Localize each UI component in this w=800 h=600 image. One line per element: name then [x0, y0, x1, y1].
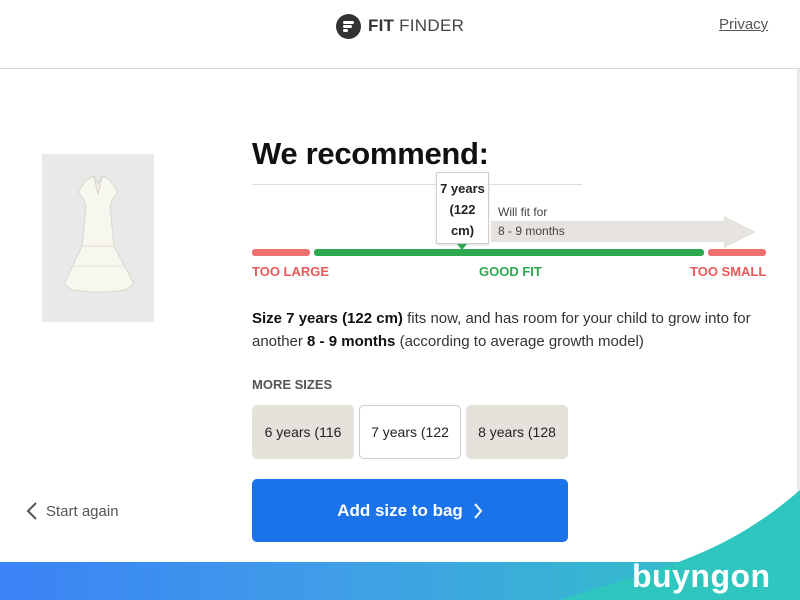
good-fit-label: GOOD FIT: [479, 264, 542, 279]
too-large-label: TOO LARGE: [252, 264, 330, 279]
description-text-2: (according to average growth model): [395, 333, 644, 350]
buyngon-logo: buyngon: [632, 558, 771, 594]
logo-text-bold: FIT: [368, 16, 395, 35]
add-to-bag-label: Add size to bag: [337, 500, 463, 520]
more-sizes-heading: MORE SIZES: [252, 377, 333, 392]
recommendation-title: We recommend:: [252, 136, 489, 171]
product-image: [42, 154, 154, 322]
fit-marker-icon: [457, 244, 467, 250]
too-small-label: TOO SMALL: [690, 264, 767, 279]
size-option-7-years[interactable]: 7 years (122: [359, 405, 461, 459]
chevron-right-icon: [474, 502, 483, 519]
logo-text-light: FINDER: [399, 16, 465, 35]
description-size: Size 7 years (122 cm): [252, 310, 403, 327]
privacy-link[interactable]: Privacy: [719, 16, 768, 33]
fit-description: Size 7 years (122 cm) fits now, and has …: [252, 307, 772, 353]
size-options: 6 years (116 7 years (122 8 years (128: [252, 405, 568, 459]
add-to-bag-button[interactable]: Add size to bag: [252, 479, 568, 542]
size-option-6-years[interactable]: 6 years (116: [252, 405, 354, 459]
fit-finder-logo: FIT FINDER: [336, 13, 464, 39]
recommended-size-callout: 7 years (122 cm): [436, 172, 489, 244]
start-again-label: Start again: [46, 502, 119, 520]
chevron-left-icon: [26, 502, 37, 520]
header: FIT FINDER Privacy: [0, 0, 800, 69]
size-option-8-years[interactable]: 8 years (128: [466, 405, 568, 459]
description-months: 8 - 9 months: [307, 333, 396, 350]
good-fit-bar: [314, 249, 704, 256]
title-divider: [252, 184, 582, 185]
fit-finder-logo-icon: [336, 13, 361, 39]
start-again-button[interactable]: Start again: [26, 502, 119, 520]
will-fit-label: Will fit for: [498, 205, 548, 219]
too-small-bar: [708, 249, 766, 256]
too-large-bar: [252, 249, 310, 256]
growth-months-label: 8 - 9 months: [498, 224, 565, 238]
